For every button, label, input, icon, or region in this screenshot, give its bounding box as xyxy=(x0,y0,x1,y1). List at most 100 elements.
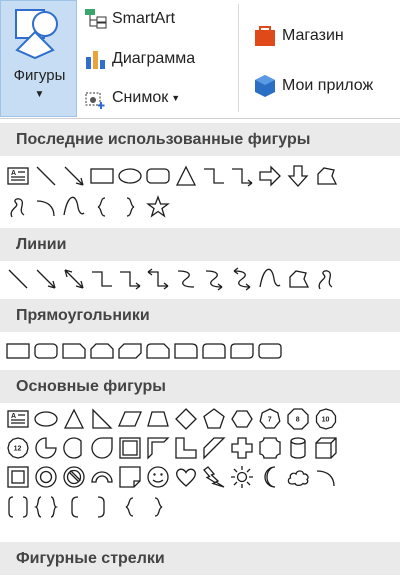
oval-shape[interactable] xyxy=(32,405,60,433)
rounded-rectangle-large-shape[interactable] xyxy=(256,337,284,365)
right-brace-shape[interactable] xyxy=(116,193,144,221)
scribble-shape[interactable] xyxy=(4,193,32,221)
cloud-shape[interactable] xyxy=(284,463,312,491)
chart-icon xyxy=(86,51,105,69)
bevel-shape[interactable] xyxy=(4,463,32,491)
chevron-down-icon: ▼ xyxy=(34,89,45,100)
smiley-face-shape[interactable] xyxy=(144,463,172,491)
rectangle-shape[interactable] xyxy=(88,162,116,190)
heart-shape[interactable] xyxy=(172,463,200,491)
octagon-shape[interactable]: 8 xyxy=(284,405,312,433)
snip-single-corner-rectangle-shape[interactable] xyxy=(60,337,88,365)
elbow-arrow-connector-shape[interactable] xyxy=(228,162,256,190)
heptagon-shape[interactable]: 7 xyxy=(256,405,284,433)
folded-corner-shape[interactable] xyxy=(116,463,144,491)
my-apps-button[interactable]: Мои прилож xyxy=(252,73,373,99)
decagon-shape[interactable]: 10 xyxy=(312,405,340,433)
smartart-button[interactable]: SmartArt xyxy=(84,8,175,30)
round-diagonal-corner-rectangle-shape[interactable] xyxy=(228,337,256,365)
cube-shape[interactable] xyxy=(312,434,340,462)
shapes-row xyxy=(4,337,284,365)
star-shape[interactable] xyxy=(144,193,172,221)
donut-shape[interactable] xyxy=(32,463,60,491)
elbow-connector-shape[interactable] xyxy=(200,162,228,190)
elbow-double-arrow-connector-shape[interactable] xyxy=(144,265,172,293)
moon-shape[interactable] xyxy=(256,463,284,491)
no-symbol-shape[interactable] xyxy=(60,463,88,491)
arrow-line-shape[interactable] xyxy=(32,265,60,293)
snip-round-corner-rectangle-shape[interactable] xyxy=(144,337,172,365)
text-box-shape[interactable]: A xyxy=(4,162,32,190)
right-arrow-shape[interactable] xyxy=(256,162,284,190)
oval-shape[interactable] xyxy=(116,162,144,190)
snip-diagonal-corner-rectangle-shape[interactable] xyxy=(116,337,144,365)
lightning-bolt-shape[interactable] xyxy=(200,463,228,491)
sun-shape[interactable] xyxy=(228,463,256,491)
text-box-shape[interactable]: A xyxy=(4,405,32,433)
can-shape[interactable] xyxy=(284,434,312,462)
down-arrow-shape[interactable] xyxy=(284,162,312,190)
right-triangle-shape[interactable] xyxy=(88,405,116,433)
left-brace-shape[interactable] xyxy=(116,493,144,521)
rectangle-shape[interactable] xyxy=(4,337,32,365)
snip-same-side-corner-rectangle-shape[interactable] xyxy=(88,337,116,365)
shapes-label: Фигуры xyxy=(13,67,66,84)
shapes-row xyxy=(4,493,172,521)
parallelogram-shape[interactable] xyxy=(116,405,144,433)
left-bracket-shape[interactable] xyxy=(60,493,88,521)
shapes-row: A xyxy=(4,162,340,190)
svg-text:12: 12 xyxy=(14,446,22,453)
left-brace-shape[interactable] xyxy=(88,193,116,221)
double-arrow-line-shape[interactable] xyxy=(60,265,88,293)
line-shape[interactable] xyxy=(4,265,32,293)
l-shape[interactable] xyxy=(172,434,200,462)
teardrop-shape[interactable] xyxy=(88,434,116,462)
store-button[interactable]: Магазин xyxy=(252,24,344,48)
diagonal-stripe-shape[interactable] xyxy=(200,434,228,462)
trapezoid-shape[interactable] xyxy=(144,405,172,433)
curve-shape[interactable] xyxy=(256,265,284,293)
curve-shape[interactable] xyxy=(60,193,88,221)
round-single-corner-rectangle-shape[interactable] xyxy=(172,337,200,365)
arc-shape[interactable] xyxy=(312,463,340,491)
arc-shape[interactable] xyxy=(32,193,60,221)
double-bracket-shape[interactable] xyxy=(4,493,32,521)
triangle-shape[interactable] xyxy=(172,162,200,190)
half-frame-shape[interactable] xyxy=(144,434,172,462)
rounded-rectangle-shape[interactable] xyxy=(144,162,172,190)
scribble-shape[interactable] xyxy=(312,265,340,293)
cross-shape[interactable] xyxy=(228,434,256,462)
section-header-lines: Линии xyxy=(0,228,400,261)
triangle-shape[interactable] xyxy=(60,405,88,433)
double-brace-shape[interactable] xyxy=(32,493,60,521)
line-shape[interactable] xyxy=(32,162,60,190)
plaque-shape[interactable] xyxy=(256,434,284,462)
rounded-rectangle-shape[interactable] xyxy=(32,337,60,365)
dodecagon-shape[interactable]: 12 xyxy=(4,434,32,462)
pentagon-shape[interactable] xyxy=(200,405,228,433)
arrow-line-shape[interactable] xyxy=(60,162,88,190)
chart-button[interactable]: Диаграмма xyxy=(84,48,195,70)
diamond-shape[interactable] xyxy=(172,405,200,433)
chord-shape[interactable] xyxy=(60,434,88,462)
screenshot-button[interactable]: Снимок ▼ xyxy=(84,87,180,109)
curved-double-arrow-connector-shape[interactable] xyxy=(228,265,256,293)
right-brace-shape[interactable] xyxy=(144,493,172,521)
freeform-shape[interactable] xyxy=(312,162,340,190)
frame-shape[interactable] xyxy=(116,434,144,462)
screenshot-label: Снимок xyxy=(112,89,169,106)
hexagon-shape[interactable] xyxy=(228,405,256,433)
section-header-recent: Последние использованные фигуры xyxy=(0,123,400,156)
right-bracket-shape[interactable] xyxy=(88,493,116,521)
shapes-button[interactable]: Фигуры ▼ xyxy=(0,0,77,117)
curved-connector-shape[interactable] xyxy=(172,265,200,293)
round-same-side-corner-rectangle-shape[interactable] xyxy=(200,337,228,365)
store-icon xyxy=(255,26,275,46)
elbow-connector-shape[interactable] xyxy=(88,265,116,293)
pie-shape[interactable] xyxy=(32,434,60,462)
block-arc-shape[interactable] xyxy=(88,463,116,491)
elbow-arrow-connector-shape[interactable] xyxy=(116,265,144,293)
curved-arrow-connector-shape[interactable] xyxy=(200,265,228,293)
freeform-shape[interactable] xyxy=(284,265,312,293)
screenshot-icon xyxy=(85,92,105,109)
